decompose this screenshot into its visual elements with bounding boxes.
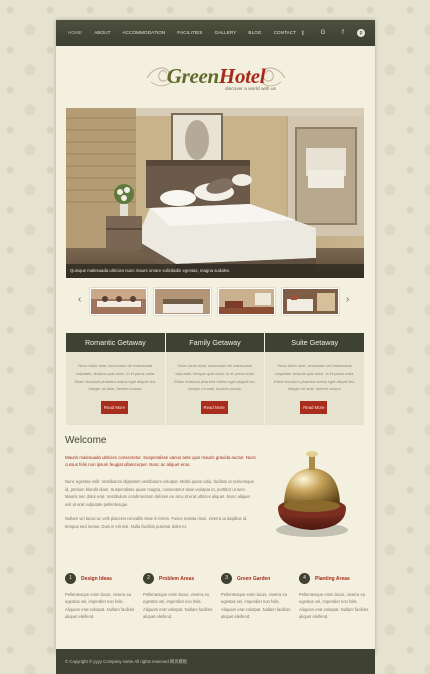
thumbnail-strip: ‹ › bbox=[66, 282, 364, 320]
info-column-title[interactable]: Problem Areas bbox=[159, 576, 194, 582]
nav-about[interactable]: About bbox=[88, 20, 116, 46]
info-column-text: Pellentesque enim lacus, viverra eu eges… bbox=[143, 592, 213, 620]
thumbnail-lounge-image bbox=[219, 289, 274, 314]
logo-hotel-word: Hotel bbox=[218, 64, 266, 88]
thumbnail-3[interactable] bbox=[218, 288, 275, 315]
step-number: 1 bbox=[65, 573, 76, 584]
pinterest-icon[interactable]: p bbox=[357, 29, 365, 37]
info-column-text: Pellentesque enim lacus, viverra eu eges… bbox=[65, 592, 135, 620]
main-nav: Home About Accommodation Facilities Gall… bbox=[56, 20, 375, 46]
info-columns: 1 Design Ideas Pellentesque enim lacus, … bbox=[65, 569, 368, 629]
feature-text: Nunc tortor ante, accumsan vel malesuada… bbox=[274, 363, 356, 392]
step-number: 2 bbox=[143, 573, 154, 584]
social-links: 𝕥 G f p bbox=[297, 27, 365, 39]
feature-title: Family Getaway bbox=[165, 333, 265, 352]
info-column-text: Pellentesque enim lacus, viverra eu eges… bbox=[299, 592, 369, 620]
prev-arrow-icon[interactable]: ‹ bbox=[78, 294, 81, 305]
google-icon[interactable]: G bbox=[317, 27, 329, 39]
nav-accommodation[interactable]: Accommodation bbox=[117, 20, 172, 46]
feature-text: Nunc tortor ante, accumsan vel malesuada… bbox=[174, 363, 256, 392]
facebook-icon[interactable]: f bbox=[337, 27, 349, 39]
info-column-title[interactable]: Planting Areas bbox=[315, 576, 350, 582]
welcome-highlight: Mauris malesuada ultricies consectetur. … bbox=[65, 455, 257, 468]
feature-suite: Suite Getaway Nunc tortor ante, accumsan… bbox=[265, 333, 365, 425]
step-number: 4 bbox=[299, 573, 310, 584]
thumbnail-4[interactable] bbox=[282, 288, 339, 315]
read-more-button[interactable]: Read More bbox=[200, 401, 228, 414]
thumbnail-2[interactable] bbox=[154, 288, 211, 315]
nav-blog[interactable]: Blog bbox=[242, 20, 267, 46]
nav-facilities[interactable]: Facilities bbox=[171, 20, 208, 46]
thumbnail-suite-image bbox=[283, 289, 338, 314]
hero-bedroom-image bbox=[66, 108, 364, 278]
nav-gallery[interactable]: Gallery bbox=[209, 20, 243, 46]
service-bell-image bbox=[276, 451, 348, 537]
feature-romantic: Romantic Getaway Nunc tortor ante, accum… bbox=[66, 333, 165, 425]
feature-title: Romantic Getaway bbox=[66, 333, 165, 352]
logo-tagline: discover a world with us bbox=[225, 87, 276, 92]
thumbnail-bedroom-image bbox=[155, 289, 210, 314]
copyright-text: © Copyright © yyyy Company name All righ… bbox=[65, 659, 188, 664]
info-column-title[interactable]: Green Garden bbox=[237, 576, 270, 582]
twitter-icon[interactable]: 𝕥 bbox=[297, 27, 309, 39]
read-more-button[interactable]: Read More bbox=[101, 401, 128, 414]
welcome-heading: Welcome bbox=[65, 435, 107, 446]
page-container: Home About Accommodation Facilities Gall… bbox=[56, 20, 375, 674]
feature-columns: Romantic Getaway Nunc tortor ante, accum… bbox=[66, 333, 365, 425]
logo[interactable]: GreenHotel discover a world with us bbox=[141, 60, 291, 114]
thumbnail-1[interactable] bbox=[90, 288, 147, 315]
nav-home[interactable]: Home bbox=[62, 20, 88, 46]
next-arrow-icon[interactable]: › bbox=[346, 294, 349, 305]
thumbnail-dining-image bbox=[91, 289, 146, 314]
feature-family: Family Getaway Nunc tortor ante, accumsa… bbox=[165, 333, 265, 425]
feature-text: Nunc tortor ante, accumsan vel malesuada… bbox=[74, 363, 156, 392]
welcome-paragraph: Nunc egestas velit. Vestibulum dignissim… bbox=[65, 479, 254, 507]
welcome-paragraph: Nullam vel lacus ac velit placerat conva… bbox=[65, 516, 248, 529]
hero-slider[interactable]: Quisque malesuada ultricies nunc maurs o… bbox=[66, 108, 364, 278]
logo-green-word: Green bbox=[166, 64, 219, 88]
read-more-button[interactable]: Read More bbox=[300, 401, 328, 414]
info-column-title[interactable]: Design Ideas bbox=[81, 576, 112, 582]
hero-caption: Quisque malesuada ultricies nunc maurs o… bbox=[66, 264, 364, 278]
logo-text: GreenHotel bbox=[141, 64, 291, 89]
info-column-text: Pellentesque enim lacus, viverra eu eges… bbox=[221, 592, 291, 620]
feature-title: Suite Getaway bbox=[265, 333, 365, 352]
footer: © Copyright © yyyy Company name All righ… bbox=[56, 649, 375, 674]
step-number: 3 bbox=[221, 573, 232, 584]
